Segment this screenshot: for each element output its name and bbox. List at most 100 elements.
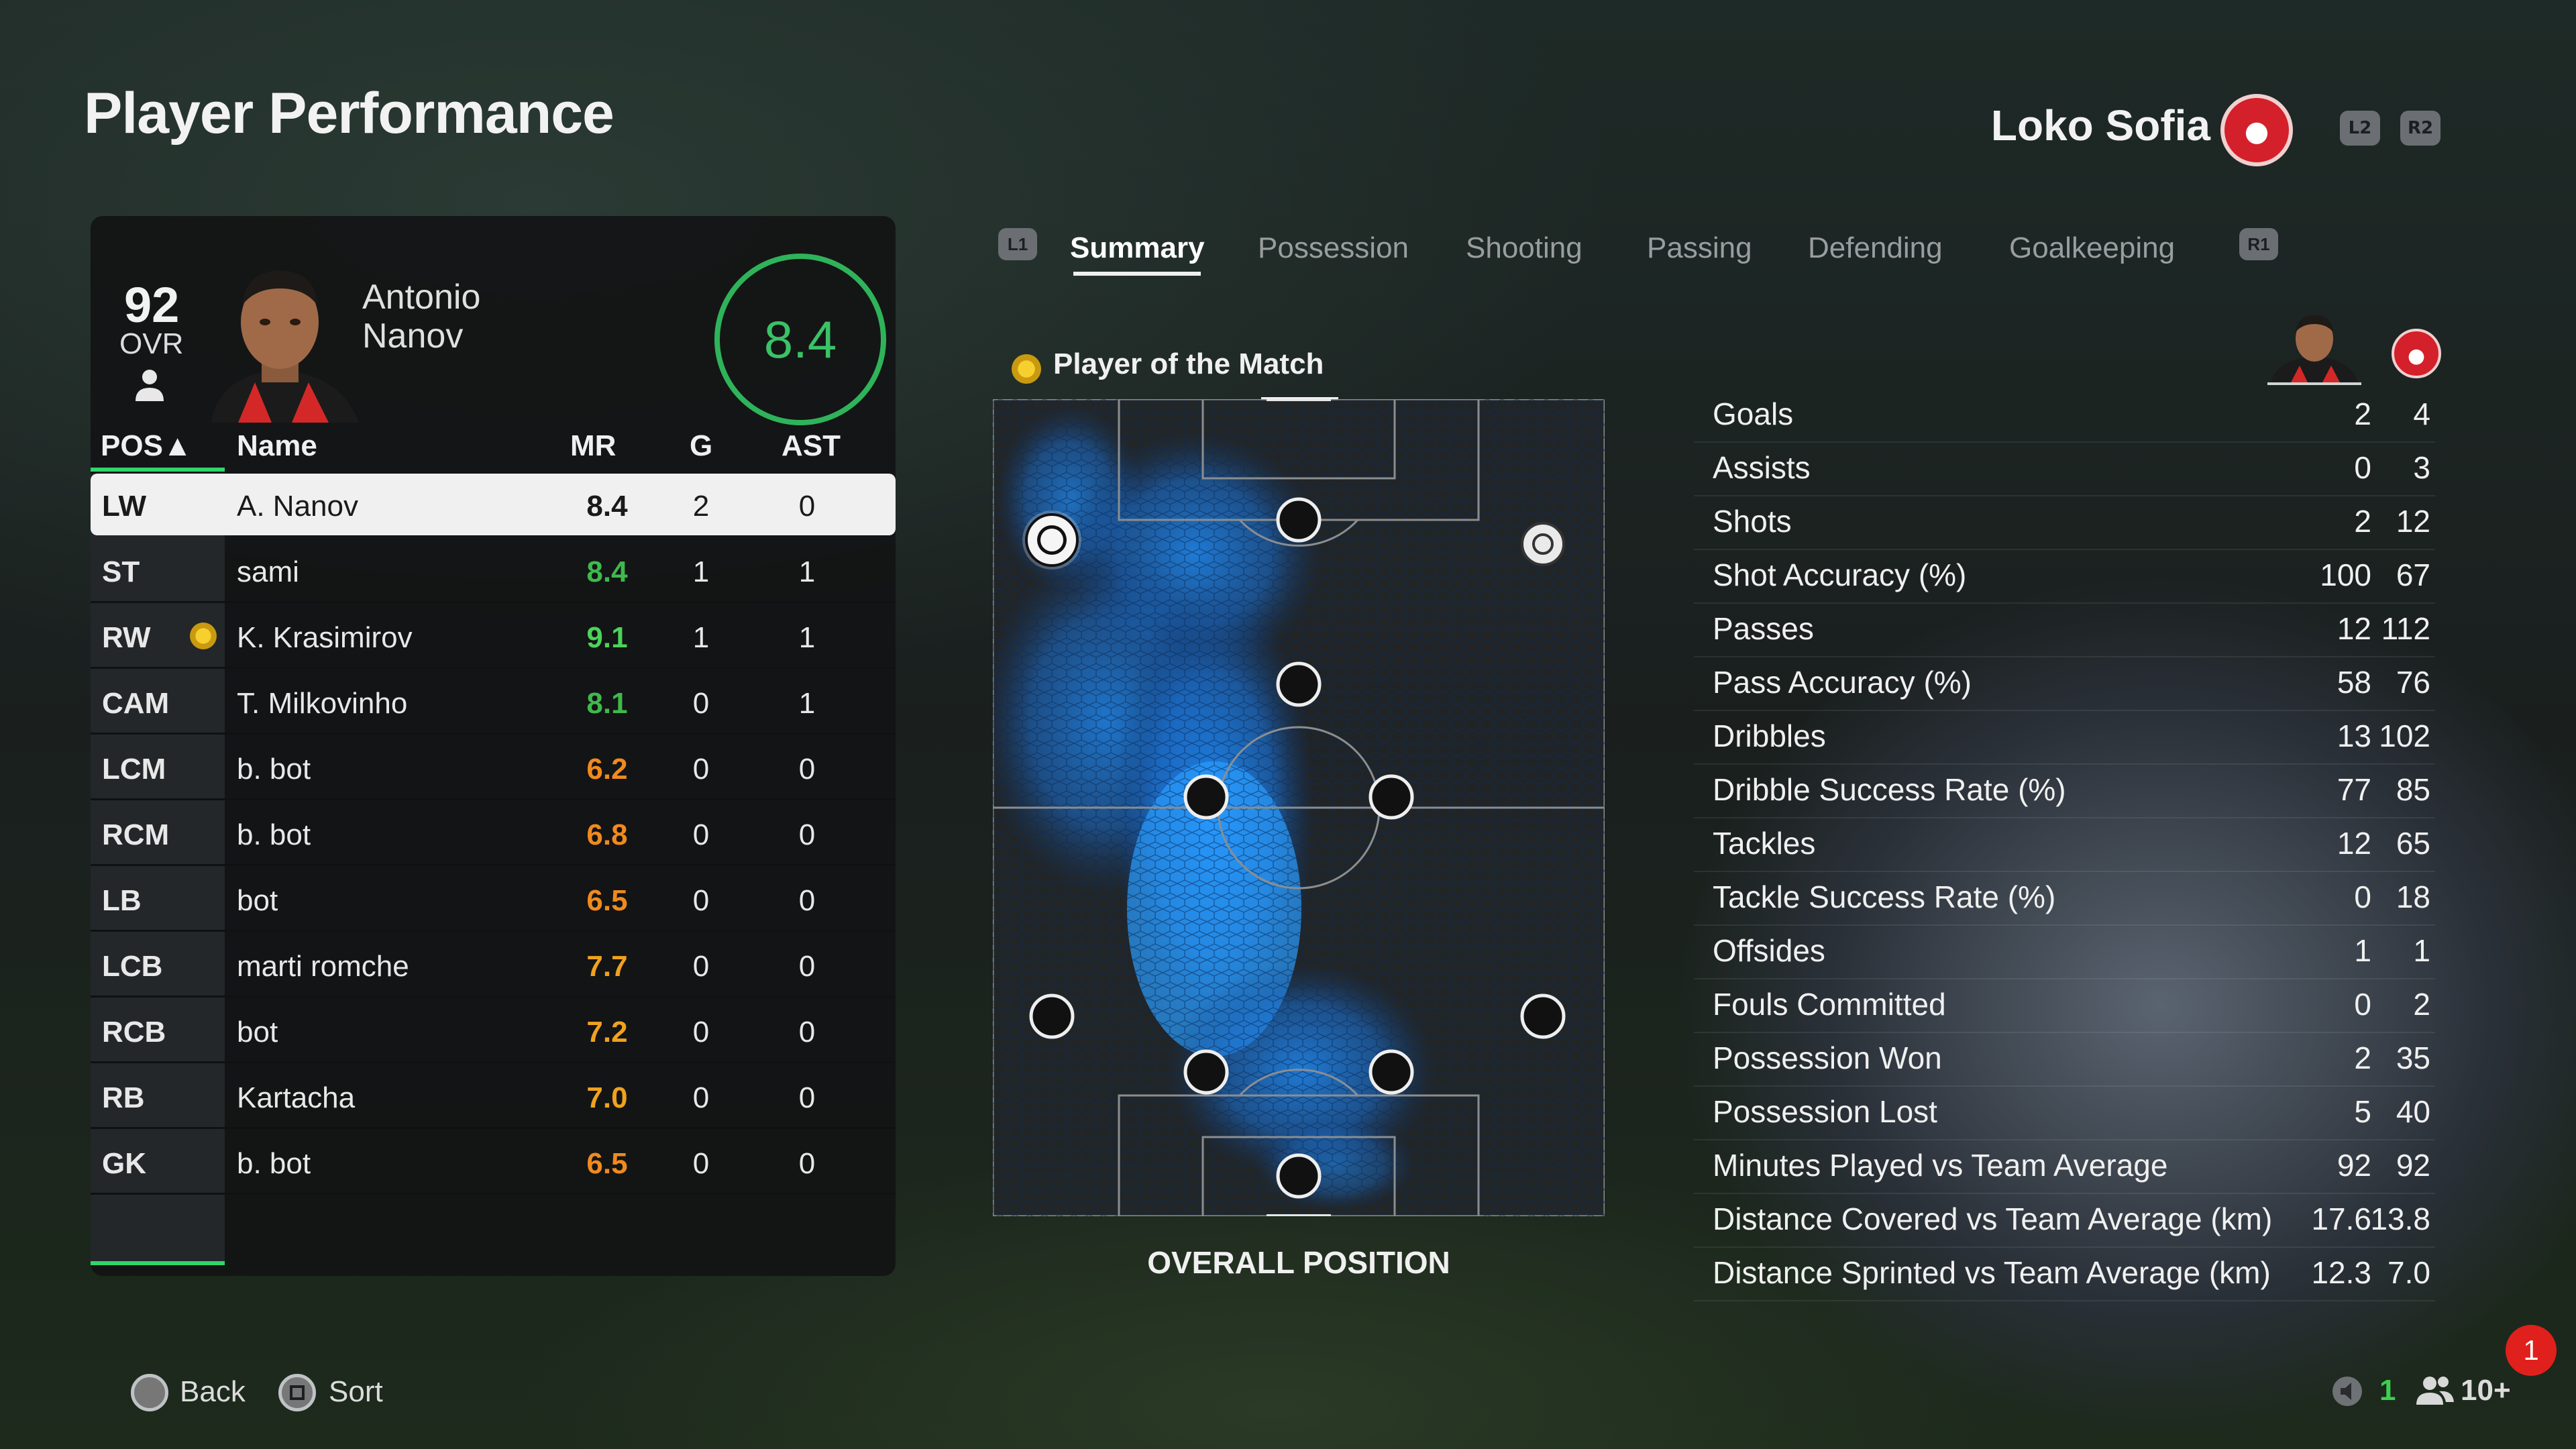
stat-label: Pass Accuracy (%) (1713, 665, 1972, 700)
row-assists: 1 (798, 687, 816, 720)
circle-button-icon (131, 1374, 168, 1411)
tab-goalkeeping[interactable]: Goalkeeping (2009, 231, 2175, 265)
player-row[interactable]: CAM T. Milkovinho 8.1 0 1 (91, 671, 896, 735)
row-goals: 2 (692, 490, 710, 523)
player-row[interactable]: LCB marti romche 7.7 0 0 (91, 934, 896, 998)
tab-shooting[interactable]: Shooting (1466, 231, 1582, 265)
row-name: bot (237, 884, 278, 917)
row-name: sami (237, 555, 299, 588)
row-assists: 0 (798, 753, 816, 786)
row-assists: 0 (798, 1081, 816, 1114)
back-button[interactable]: Back (180, 1375, 246, 1409)
header-g[interactable]: G (690, 429, 712, 463)
stat-row: Dribble Success Rate (%) 77 85 (1694, 765, 2435, 818)
stat-label: Distance Sprinted vs Team Average (km) (1713, 1255, 2271, 1290)
tab-summary[interactable]: Summary (1070, 231, 1205, 265)
stat-label: Possession Won (1713, 1040, 1942, 1075)
person-icon (136, 370, 164, 401)
row-pos: LB (102, 884, 142, 917)
row-name: b. bot (237, 753, 311, 786)
player-row[interactable]: RCM b. bot 6.8 0 0 (91, 802, 896, 866)
party-icon[interactable] (2415, 1374, 2455, 1407)
player-row[interactable]: RW K. Krasimirov 9.1 1 1 (91, 605, 896, 669)
stat-player-value: 0 (2354, 987, 2371, 1022)
ovr-value: 92 (124, 277, 180, 333)
row-match-rating: 6.5 (586, 1147, 628, 1180)
row-pos: RCB (102, 1016, 166, 1049)
r1-button-icon[interactable]: R1 (2239, 228, 2278, 260)
stat-team-value: 67 (2396, 557, 2430, 592)
stat-player-value: 17.6 (2311, 1201, 2371, 1236)
row-assists: 0 (798, 1147, 816, 1180)
player-row[interactable]: LCM b. bot 6.2 0 0 (91, 737, 896, 800)
stat-team-value: 7.0 (2387, 1255, 2430, 1290)
row-goals: 1 (692, 555, 710, 588)
row-name: b. bot (237, 1147, 311, 1180)
tab-possession[interactable]: Possession (1258, 231, 1409, 265)
player-name: Antonio Nanov (362, 278, 480, 356)
header-name[interactable]: Name (237, 429, 317, 463)
stat-player-value: 100 (2320, 557, 2371, 592)
player-row[interactable]: LW A. Nanov 8.4 2 0 (91, 474, 896, 535)
stat-player-value: 58 (2337, 665, 2371, 700)
active-tab-underline (1073, 272, 1201, 276)
row-match-rating: 8.4 (586, 555, 628, 588)
stat-player-value: 2 (2354, 504, 2371, 539)
header-mr[interactable]: MR (570, 429, 616, 463)
stat-player-value: 5 (2354, 1094, 2371, 1129)
tab-defending[interactable]: Defending (1808, 231, 1943, 265)
player-row[interactable]: RB Kartacha 7.0 0 0 (91, 1065, 896, 1129)
row-goals: 1 (692, 621, 710, 654)
stat-row: Assists 0 3 (1694, 443, 2435, 496)
stat-row: Passes 12 112 (1694, 604, 2435, 657)
header-ast[interactable]: AST (782, 429, 841, 463)
stat-team-value: 4 (2413, 396, 2430, 431)
player-row[interactable]: RCB bot 7.2 0 0 (91, 1000, 896, 1063)
row-name: marti romche (237, 950, 409, 983)
stat-label: Assists (1713, 450, 1811, 485)
table-header: POS▲ Name MR G AST (91, 423, 896, 470)
stat-label: Offsides (1713, 933, 1825, 968)
stat-label: Minutes Played vs Team Average (1713, 1148, 2168, 1183)
stats-table: Goals 2 4 Assists 0 3 Shots 2 12 Shot Accuracy (%… (1694, 389, 2435, 1301)
row-name: K. Krasimirov (237, 621, 413, 654)
player-first-name: Antonio (362, 278, 481, 317)
stat-team-value: 102 (2379, 718, 2430, 753)
tab-passing[interactable]: Passing (1647, 231, 1752, 265)
player-row[interactable]: ST sami 8.4 1 1 (91, 539, 896, 603)
stat-label: Dribbles (1713, 718, 1826, 753)
row-match-rating: 7.0 (586, 1081, 628, 1114)
stat-player-value: 12.3 (2311, 1255, 2371, 1290)
stat-player-value: 92 (2337, 1148, 2371, 1183)
player-row[interactable]: GK b. bot 6.5 0 0 (91, 1131, 896, 1195)
sort-button[interactable]: Sort (329, 1375, 383, 1409)
row-pos: LW (102, 490, 146, 523)
stat-row: Fouls Committed 0 2 (1694, 979, 2435, 1033)
row-match-rating: 8.4 (586, 490, 628, 523)
row-assists: 0 (798, 490, 816, 523)
row-name: b. bot (237, 818, 311, 851)
stat-row: Possession Won 2 35 (1694, 1033, 2435, 1087)
stat-player-value: 2 (2354, 1040, 2371, 1075)
stat-label: Possession Lost (1713, 1094, 1937, 1129)
notification-badge[interactable]: 1 (2506, 1325, 2557, 1376)
stat-team-value: 35 (2396, 1040, 2430, 1075)
r2-button-icon[interactable]: R2 (2400, 111, 2440, 146)
l1-button-icon[interactable]: L1 (998, 228, 1037, 260)
header-pos[interactable]: POS▲ (101, 429, 192, 463)
stat-label: Tackles (1713, 826, 1816, 861)
row-pos: RB (102, 1081, 145, 1114)
stat-label: Dribble Success Rate (%) (1713, 772, 2066, 807)
row-match-rating: 6.2 (586, 753, 628, 786)
stat-row: Possession Lost 5 40 (1694, 1087, 2435, 1140)
stat-player-value: 0 (2354, 879, 2371, 914)
player-portrait (211, 270, 359, 423)
player-row[interactable]: LB bot 6.5 0 0 (91, 868, 896, 932)
match-rating-ring: 8.4 (714, 254, 886, 425)
player-of-the-match-icon (1012, 354, 1041, 384)
stat-team-value: 18 (2396, 879, 2430, 914)
page-title: Player Performance (84, 81, 614, 146)
row-assists: 0 (798, 1016, 816, 1049)
stat-row: Goals 2 4 (1694, 389, 2435, 443)
l2-button-icon[interactable]: L2 (2340, 111, 2380, 146)
